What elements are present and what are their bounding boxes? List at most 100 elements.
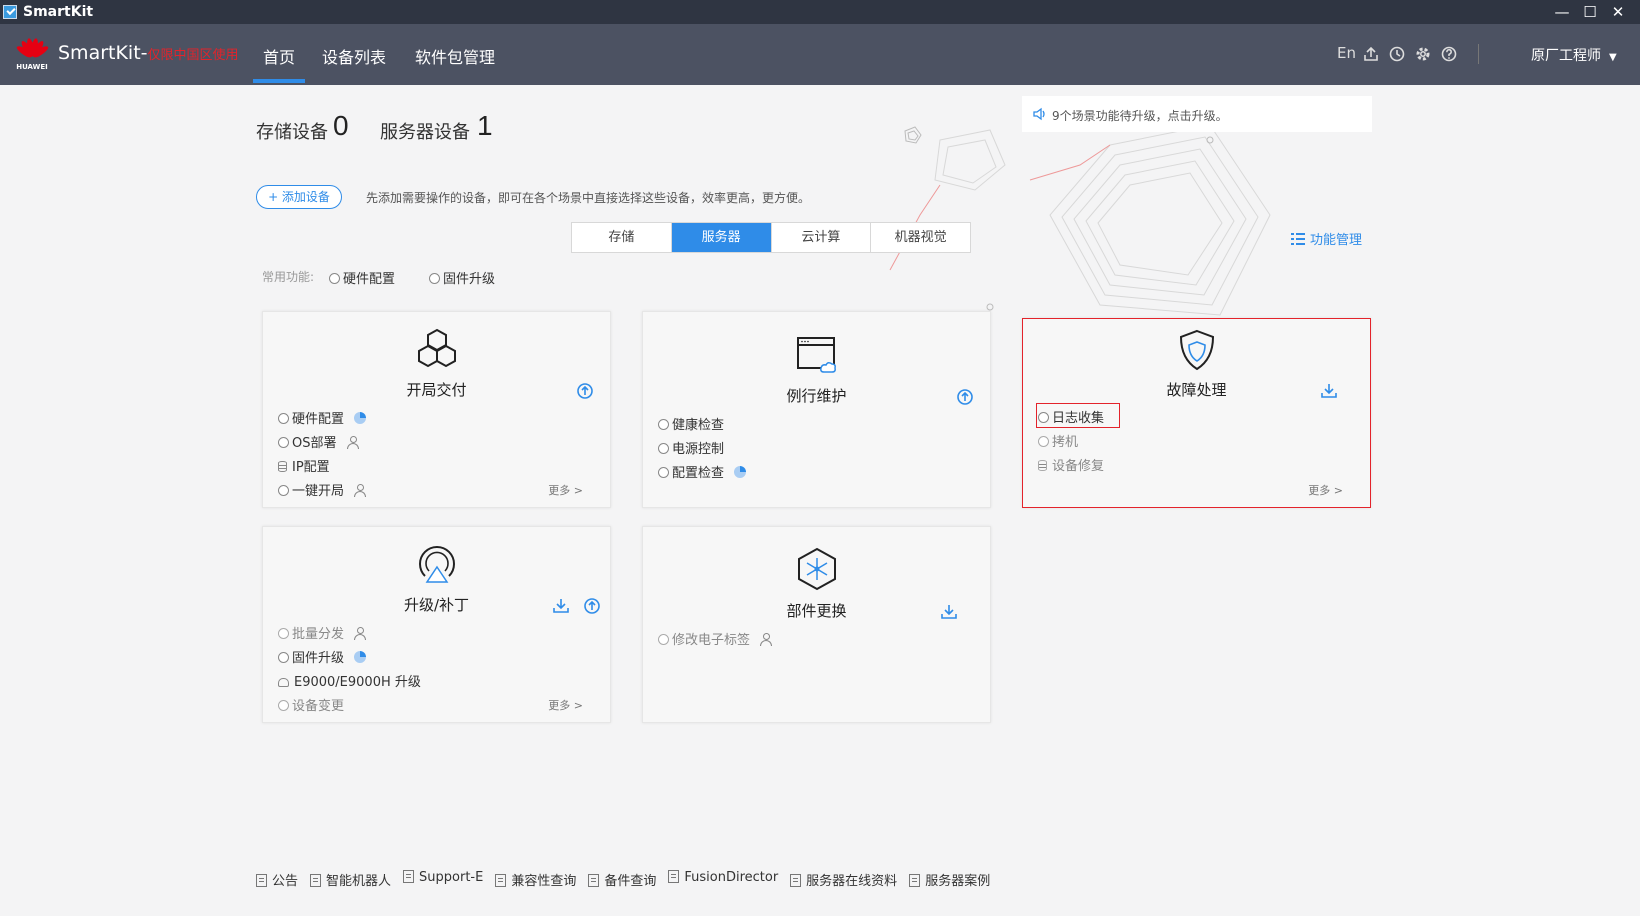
window-title: SmartKit	[23, 4, 94, 20]
list-icon	[1291, 233, 1305, 245]
document-icon	[495, 874, 507, 887]
category-segmented-control: 存储 服务器 云计算 机器视觉	[571, 222, 971, 253]
upgrade-circle-icon[interactable]	[583, 597, 601, 615]
upgrade-notice[interactable]: 9个场景功能待升级，点击升级。	[1022, 96, 1372, 132]
item-label: 一键开局	[292, 484, 345, 499]
top-nav: HUAWEI SmartKit-仅限中国区使用 首页 设备列表 软件包管理 En…	[0, 24, 1640, 85]
document-icon	[668, 870, 680, 883]
segment-storage[interactable]: 存储	[572, 223, 672, 252]
footer-link-label: 服务器案例	[925, 874, 991, 889]
footer-link-support-e[interactable]: Support-E	[403, 870, 483, 889]
footer-link-robot[interactable]: 智能机器人	[310, 870, 391, 889]
more-link[interactable]: 更多 >	[548, 697, 583, 713]
announcement-icon	[256, 874, 267, 887]
add-device-button[interactable]: + 添加设备	[256, 185, 342, 209]
card-item-e9000-upgrade[interactable]: E9000/E9000H 升级	[278, 671, 421, 690]
footer-links: 公告 智能机器人 Support-E 兼容性查询 备件查询 FusionDire…	[256, 870, 1002, 889]
download-icon[interactable]	[940, 603, 958, 621]
app-name: SmartKit-仅限中国区使用	[58, 42, 239, 64]
item-label: 配置检查	[672, 466, 725, 481]
card-item-one-click-start[interactable]: 一键开局	[278, 480, 367, 499]
case-icon	[909, 874, 921, 887]
history-icon[interactable]	[1389, 46, 1405, 62]
cloud-upload-icon	[278, 678, 289, 687]
more-link[interactable]: 更多 >	[1308, 482, 1343, 498]
upgrade-circle-icon[interactable]	[956, 388, 974, 406]
support-icon	[403, 870, 415, 883]
add-device-hint: 先添加需要操作的设备，即可在各个场景中直接选择这些设备，效率更高，更方便。	[366, 191, 811, 205]
footer-link-announcement[interactable]: 公告	[256, 870, 298, 889]
radio-icon	[278, 437, 289, 448]
card-item-hardware-config[interactable]: 硬件配置	[278, 408, 367, 427]
card-item-burn-in[interactable]: 拷机	[1038, 431, 1078, 450]
close-icon[interactable]: ✕	[1604, 3, 1632, 21]
item-label: 硬件配置	[292, 412, 345, 427]
tab-home[interactable]: 首页	[252, 44, 306, 83]
card-item-device-change[interactable]: 设备变更	[278, 695, 344, 714]
maximize-icon[interactable]: ☐	[1576, 3, 1604, 21]
language-toggle[interactable]: En	[1337, 44, 1356, 62]
user-menu[interactable]: 原厂工程师 ▼	[1531, 45, 1617, 65]
help-icon[interactable]	[1441, 46, 1457, 62]
user-icon	[346, 436, 359, 449]
card-part-replacement: 部件更换 修改电子标签	[642, 526, 991, 723]
tab-device-list[interactable]: 设备列表	[322, 44, 386, 68]
item-label: IP配置	[292, 460, 330, 475]
download-icon[interactable]	[1320, 382, 1338, 400]
item-label: 设备变更	[292, 699, 345, 714]
more-link[interactable]: 更多 >	[548, 482, 583, 498]
item-label: E9000/E9000H 升级	[294, 675, 421, 690]
footer-link-server-docs[interactable]: 服务器在线资料	[790, 870, 897, 889]
card-item-firmware-upgrade[interactable]: 固件升级	[278, 647, 367, 666]
settings-gear-icon[interactable]	[1415, 46, 1431, 62]
card-item-power-control[interactable]: 电源控制	[658, 438, 724, 457]
footer-link-fusiondirector[interactable]: FusionDirector	[668, 870, 778, 889]
tab-package-management[interactable]: 软件包管理	[415, 44, 495, 68]
segment-machine-vision[interactable]: 机器视觉	[871, 223, 970, 252]
function-management-link[interactable]: 功能管理	[1291, 229, 1362, 248]
document-icon	[588, 874, 600, 887]
server-device-label: 服务器设备	[380, 122, 470, 143]
footer-link-label: 智能机器人	[326, 874, 392, 889]
log-collection-highlight	[1036, 403, 1120, 428]
footer-link-label: FusionDirector	[684, 870, 779, 885]
footer-link-compatibility[interactable]: 兼容性查询	[495, 870, 576, 889]
huawei-logo: HUAWEI	[14, 36, 50, 72]
user-icon	[354, 484, 367, 497]
database-icon	[278, 461, 287, 472]
upload-icon[interactable]	[1363, 46, 1379, 62]
minimize-icon[interactable]: —	[1548, 3, 1576, 21]
card-item-config-check[interactable]: 配置检查	[658, 462, 747, 481]
card-item-os-deploy[interactable]: OS部署	[278, 432, 359, 451]
pie-progress-icon	[354, 651, 367, 663]
upgrade-circle-icon[interactable]	[576, 382, 594, 400]
pie-progress-icon	[734, 466, 747, 478]
card-item-device-repair[interactable]: 设备修复	[1038, 455, 1104, 474]
radio-icon	[1038, 436, 1049, 447]
segment-server[interactable]: 服务器	[671, 223, 772, 252]
item-label: 健康检查	[672, 418, 725, 433]
item-label: 设备修复	[1052, 459, 1105, 474]
card-item-modify-e-label[interactable]: 修改电子标签	[658, 629, 773, 648]
user-icon	[760, 633, 773, 646]
server-device-count: 1	[477, 110, 493, 141]
item-label: 修改电子标签	[672, 633, 751, 648]
hexagon-component-icon	[798, 547, 836, 591]
download-icon[interactable]	[552, 597, 570, 615]
footer-link-server-cases[interactable]: 服务器案例	[909, 870, 990, 889]
card-title: 例行维护	[786, 387, 847, 405]
radio-icon	[278, 700, 289, 711]
item-label: OS部署	[292, 436, 337, 451]
document-icon	[790, 874, 802, 887]
common-item-hardware-config[interactable]: 硬件配置	[329, 268, 395, 287]
common-item-firmware-upgrade[interactable]: 固件升级	[429, 268, 495, 287]
radio-icon	[429, 273, 440, 284]
footer-link-spare-parts[interactable]: 备件查询	[588, 870, 656, 889]
shield-icon	[1179, 329, 1215, 371]
segment-cloud[interactable]: 云计算	[772, 223, 872, 252]
card-title: 开局交付	[406, 381, 467, 399]
card-item-health-check[interactable]: 健康检查	[658, 414, 724, 433]
card-item-batch-distribute[interactable]: 批量分发	[278, 623, 367, 642]
footer-link-label: 服务器在线资料	[806, 874, 898, 889]
card-item-ip-config[interactable]: IP配置	[278, 456, 330, 475]
